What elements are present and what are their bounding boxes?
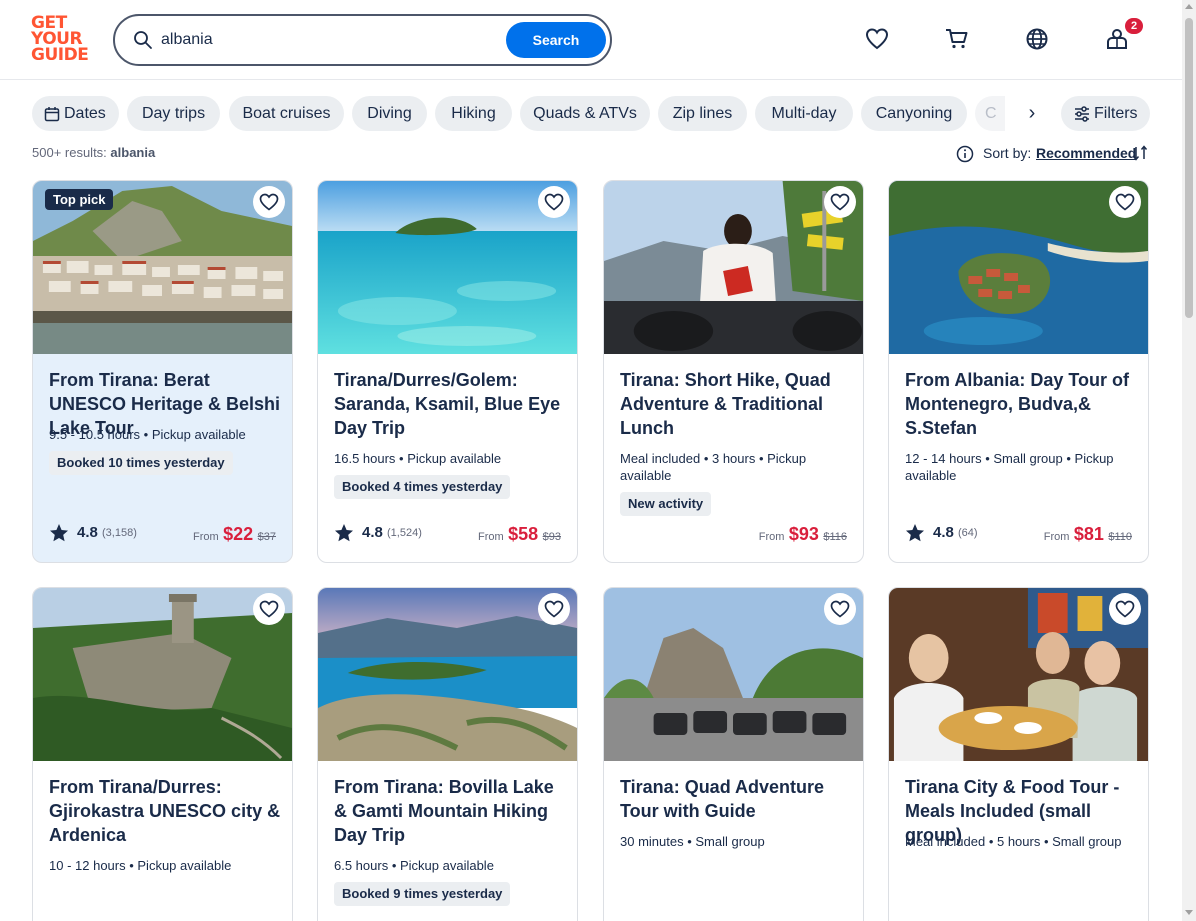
search-input[interactable] bbox=[161, 26, 491, 54]
activity-card[interactable]: Tirana City & Food Tour - Meals Included… bbox=[888, 587, 1149, 921]
card-meta: 6.5 hours • Pickup available bbox=[334, 858, 494, 873]
card-title[interactable]: From Tirana: Bovilla Lake & Gamti Mounta… bbox=[334, 775, 566, 847]
card-meta: Meal included • 5 hours • Small group bbox=[905, 834, 1122, 849]
heart-icon bbox=[1115, 600, 1135, 618]
heart-icon bbox=[544, 600, 564, 618]
card-title[interactable]: From Albania: Day Tour of Montenegro, Bu… bbox=[905, 368, 1137, 440]
card-title[interactable]: Tirana: Quad Adventure Tour with Guide bbox=[620, 775, 852, 823]
new-activity-tag: New activity bbox=[620, 492, 712, 516]
page-scrollbar[interactable] bbox=[1182, 0, 1196, 921]
card-title[interactable]: Tirana/Durres/Golem: Saranda, Ksamil, Bl… bbox=[334, 368, 566, 440]
chip-zip-lines[interactable]: Zip lines bbox=[658, 96, 747, 131]
wishlist-button[interactable] bbox=[538, 186, 570, 218]
activity-card[interactable]: From Albania: Day Tour of Montenegro, Bu… bbox=[888, 180, 1149, 563]
wishlist-button[interactable] bbox=[253, 593, 285, 625]
wishlist-button[interactable] bbox=[1109, 593, 1141, 625]
star-icon bbox=[50, 524, 68, 542]
heart-icon bbox=[544, 193, 564, 211]
chip-diving[interactable]: Diving bbox=[352, 96, 427, 131]
wishlist-button[interactable] bbox=[538, 593, 570, 625]
wishlist-button[interactable] bbox=[824, 186, 856, 218]
wishlist-button[interactable] bbox=[253, 186, 285, 218]
heart-icon bbox=[830, 193, 850, 211]
info-icon[interactable] bbox=[956, 145, 974, 163]
sort-arrows-icon[interactable] bbox=[1132, 144, 1148, 162]
activity-card[interactable]: Tirana/Durres/Golem: Saranda, Ksamil, Bl… bbox=[317, 180, 578, 563]
chip-dates[interactable]: Dates bbox=[32, 96, 119, 131]
price: From $58 $93 bbox=[478, 524, 561, 544]
scroll-thumb[interactable] bbox=[1185, 18, 1193, 318]
card-meta: 30 minutes • Small group bbox=[620, 834, 765, 849]
heart-icon bbox=[830, 600, 850, 618]
card-title[interactable]: Tirana: Short Hike, Quad Adventure & Tra… bbox=[620, 368, 852, 440]
heart-icon bbox=[259, 193, 279, 211]
booking-tag: Booked 10 times yesterday bbox=[49, 451, 233, 475]
chip-multi-day[interactable]: Multi-day bbox=[755, 96, 853, 131]
price: From $22 $37 bbox=[193, 524, 276, 544]
chip-boat-cruises[interactable]: Boat cruises bbox=[229, 96, 344, 131]
top-pick-badge: Top pick bbox=[45, 189, 114, 210]
notification-badge: 2 bbox=[1125, 18, 1143, 34]
filters-button[interactable]: Filters bbox=[1061, 96, 1150, 131]
chip-partial[interactable]: C bbox=[975, 96, 1005, 131]
star-icon bbox=[335, 524, 353, 542]
price: From $81 $110 bbox=[1043, 524, 1132, 544]
scroll-up-arrow[interactable] bbox=[1185, 4, 1193, 9]
activity-card[interactable]: Top pick From Tirana: Berat UNESCO Herit… bbox=[32, 180, 293, 563]
card-meta: 9.5 - 10.5 hours • Pickup available bbox=[49, 427, 246, 442]
activity-card[interactable]: From Tirana/Durres: Gjirokastra UNESCO c… bbox=[32, 587, 293, 921]
globe-icon[interactable] bbox=[1024, 26, 1050, 52]
chip-quads-atvs[interactable]: Quads & ATVs bbox=[520, 96, 650, 131]
search-bar: Search bbox=[113, 14, 612, 66]
heart-icon[interactable] bbox=[864, 26, 890, 52]
activity-card[interactable]: Tirana: Quad Adventure Tour with Guide 3… bbox=[603, 587, 864, 921]
card-meta: 10 - 12 hours • Pickup available bbox=[49, 858, 232, 873]
card-meta: 12 - 14 hours • Small group • Pickup ava… bbox=[905, 451, 1114, 483]
activity-card[interactable]: From Tirana: Bovilla Lake & Gamti Mounta… bbox=[317, 587, 578, 921]
calendar-icon bbox=[44, 107, 60, 122]
chevron-right-icon[interactable]: › bbox=[1017, 98, 1047, 128]
search-icon bbox=[134, 31, 152, 49]
card-meta: 16.5 hours • Pickup available bbox=[334, 451, 502, 466]
wishlist-button[interactable] bbox=[1109, 186, 1141, 218]
booking-tag: Booked 4 times yesterday bbox=[334, 475, 511, 499]
card-meta: Meal included • 3 hours • Pickup availab… bbox=[620, 451, 807, 483]
heart-icon bbox=[1115, 193, 1135, 211]
sliders-icon bbox=[1075, 106, 1089, 122]
chip-canyoning[interactable]: Canyoning bbox=[861, 96, 967, 131]
scroll-down-arrow[interactable] bbox=[1185, 910, 1193, 915]
chip-day-trips[interactable]: Day trips bbox=[127, 96, 220, 131]
top-header: GET YOUR GUIDE Search 2 bbox=[0, 0, 1182, 80]
card-title[interactable]: From Tirana/Durres: Gjirokastra UNESCO c… bbox=[49, 775, 281, 847]
sort-dropdown[interactable]: Recommended bbox=[1036, 145, 1136, 161]
category-chips: Dates Day trips Boat cruises Diving Hiki… bbox=[32, 96, 1150, 132]
star-icon bbox=[906, 524, 924, 542]
search-button[interactable]: Search bbox=[506, 22, 606, 58]
cart-icon[interactable] bbox=[944, 26, 970, 52]
getyourguide-logo[interactable]: GET YOUR GUIDE bbox=[31, 15, 91, 65]
price: From $93 $116 bbox=[758, 524, 847, 544]
heart-icon bbox=[259, 600, 279, 618]
activity-card[interactable]: Tirana: Short Hike, Quad Adventure & Tra… bbox=[603, 180, 864, 563]
chip-hiking[interactable]: Hiking bbox=[435, 96, 512, 131]
wishlist-button[interactable] bbox=[824, 593, 856, 625]
booking-tag: Booked 9 times yesterday bbox=[334, 882, 511, 906]
results-count: 500+ results: albania bbox=[32, 145, 156, 160]
